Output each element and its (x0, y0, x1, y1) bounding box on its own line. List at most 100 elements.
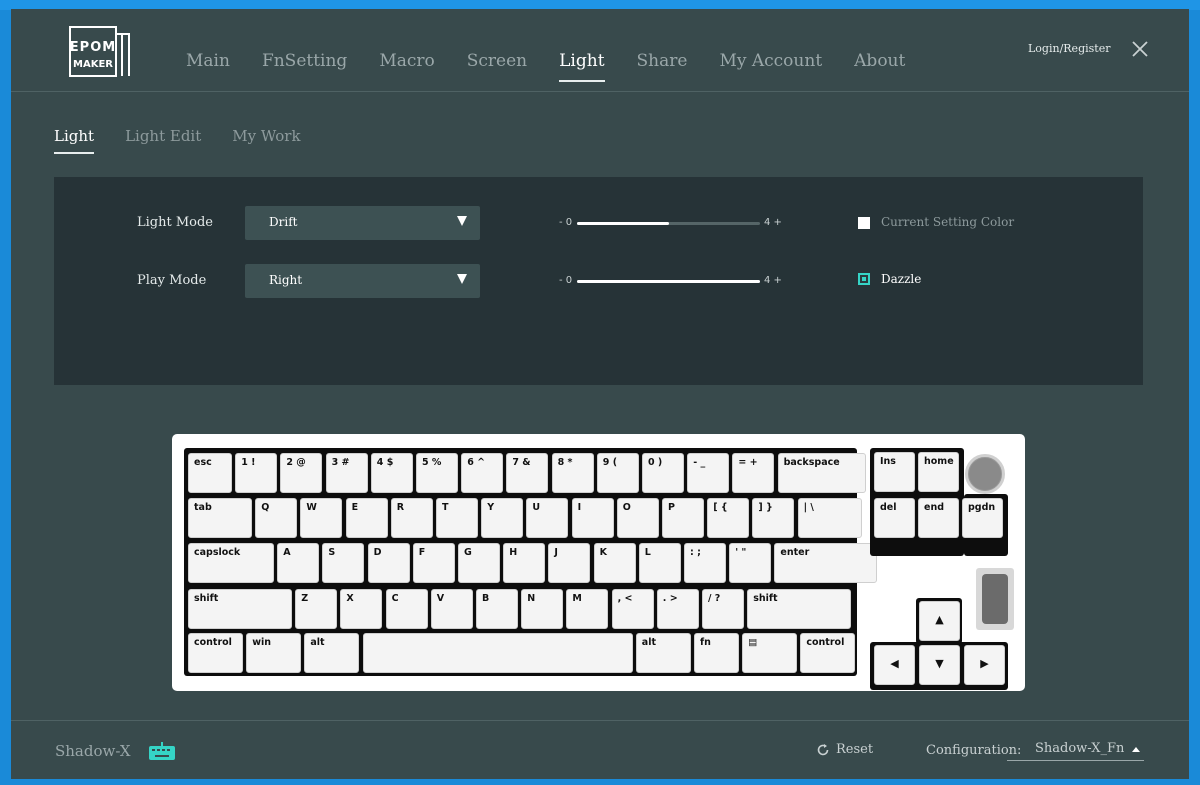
nav-key[interactable]: pgdn (962, 498, 1003, 538)
key[interactable]: J (548, 543, 591, 583)
nav-light[interactable]: Light (559, 51, 605, 82)
key[interactable]: / ? (702, 589, 744, 629)
key[interactable]: fn (694, 633, 739, 673)
scroll-wheel[interactable] (976, 568, 1014, 630)
play-mode-select[interactable]: Right (245, 264, 480, 298)
nav-share[interactable]: Share (637, 51, 688, 71)
nav-about[interactable]: About (854, 51, 905, 71)
key[interactable]: esc (188, 453, 232, 493)
key[interactable]: alt (304, 633, 360, 673)
key[interactable]: S (322, 543, 365, 583)
main-key-block: esc 1 ! 2 @3 #4 $5 % 6 ^ 7 & 8 * 9 (0 ) - _ = + b… (184, 448, 878, 676)
nav-screen[interactable]: Screen (467, 51, 527, 71)
key[interactable]: - _ (687, 453, 730, 493)
key[interactable]: capslock (188, 543, 274, 583)
key[interactable]: shift (747, 589, 852, 629)
key[interactable]: E (345, 498, 388, 538)
key[interactable]: R (390, 498, 433, 538)
key[interactable]: W (300, 498, 343, 538)
subtab-light-edit[interactable]: Light Edit (125, 127, 201, 145)
key[interactable]: A (277, 543, 320, 583)
subtab-light[interactable]: Light (54, 127, 95, 154)
nav-macro[interactable]: Macro (379, 51, 434, 71)
light-settings-panel: Light Mode Drift Play Mode Right - 0 4 +… (54, 177, 1143, 385)
speed-slider[interactable]: - 0 4 + (559, 275, 789, 289)
key[interactable]: shift (188, 589, 292, 629)
key[interactable]: F (412, 543, 455, 583)
reset-button[interactable]: Reset (816, 742, 873, 757)
key[interactable]: U (526, 498, 569, 538)
nav-my-account[interactable]: My Account (719, 51, 822, 71)
key-space[interactable] (362, 633, 633, 673)
key[interactable]: V (430, 589, 473, 629)
key[interactable]: , < (611, 589, 654, 629)
key[interactable]: 6 ^ (461, 453, 504, 493)
key[interactable]: : ; (684, 543, 726, 583)
key[interactable]: H (503, 543, 546, 583)
key[interactable]: K (593, 543, 636, 583)
nav-fnsetting[interactable]: FnSetting (262, 51, 347, 71)
key[interactable]: 0 ) (642, 453, 684, 493)
key[interactable]: 5 % (416, 453, 458, 493)
key[interactable]: 2 @ (280, 453, 323, 493)
subtab-my-work[interactable]: My Work (232, 127, 300, 145)
arrow-down-icon[interactable]: ▼ (919, 645, 960, 685)
key[interactable]: 3 # (325, 453, 368, 493)
current-setting-color-checkbox[interactable] (858, 217, 870, 229)
key[interactable]: Z (295, 589, 338, 629)
key[interactable]: win (246, 633, 302, 673)
key[interactable]: I (571, 498, 614, 538)
key[interactable]: alt (635, 633, 691, 673)
key[interactable]: M (566, 589, 609, 629)
key[interactable]: enter (774, 543, 878, 583)
key[interactable]: X (340, 589, 383, 629)
arrow-left-icon[interactable]: ◀ (874, 645, 915, 685)
login-register-link[interactable]: Login/Register (1028, 42, 1110, 55)
key[interactable]: ▤ (742, 633, 798, 673)
key[interactable]: 9 ( (596, 453, 639, 493)
key[interactable]: backspace (777, 453, 866, 493)
arrow-right-icon[interactable]: ▶ (964, 645, 1005, 685)
key[interactable]: Y (481, 498, 524, 538)
key[interactable]: control (800, 633, 856, 673)
key[interactable]: = + (732, 453, 775, 493)
light-mode-label: Light Mode (137, 215, 213, 230)
arrow-up-icon[interactable]: ▲ (919, 601, 960, 641)
close-icon[interactable] (1130, 39, 1150, 59)
rotary-knob[interactable] (965, 454, 1005, 494)
key[interactable]: tab (188, 498, 252, 538)
brightness-slider[interactable]: - 0 4 + (559, 217, 789, 231)
nav-key[interactable]: home (918, 452, 959, 492)
key[interactable]: 7 & (506, 453, 549, 493)
key[interactable]: T (436, 498, 478, 538)
slider-min-label: - 0 (559, 217, 573, 228)
key[interactable]: 4 $ (370, 453, 413, 493)
key[interactable]: Q (255, 498, 298, 538)
key[interactable]: 1 ! (235, 453, 278, 493)
nav-key[interactable]: Ins (874, 452, 915, 492)
key[interactable]: . > (656, 589, 699, 629)
nav-key[interactable]: end (918, 498, 959, 538)
key[interactable]: ] } (752, 498, 795, 538)
key[interactable]: D (367, 543, 410, 583)
key[interactable]: O (616, 498, 659, 538)
keyboard-icon[interactable] (147, 740, 177, 762)
key[interactable]: [ { (707, 498, 750, 538)
key[interactable]: | \ (797, 498, 862, 538)
slider-track[interactable] (577, 222, 760, 225)
key[interactable]: ' " (729, 543, 772, 583)
key[interactable]: N (521, 589, 564, 629)
key[interactable]: G (458, 543, 500, 583)
light-mode-select[interactable]: Drift (245, 206, 480, 240)
key[interactable]: P (662, 498, 704, 538)
nav-main[interactable]: Main (186, 51, 230, 71)
key[interactable]: control (188, 633, 243, 673)
dazzle-checkbox[interactable] (858, 273, 870, 285)
key[interactable]: B (476, 589, 518, 629)
nav-key[interactable]: del (874, 498, 915, 538)
key[interactable]: 8 * (551, 453, 594, 493)
configuration-select[interactable]: Shadow-X_Fn (1007, 737, 1144, 761)
key[interactable]: L (638, 543, 681, 583)
slider-track[interactable] (577, 280, 760, 283)
key[interactable]: C (385, 589, 428, 629)
